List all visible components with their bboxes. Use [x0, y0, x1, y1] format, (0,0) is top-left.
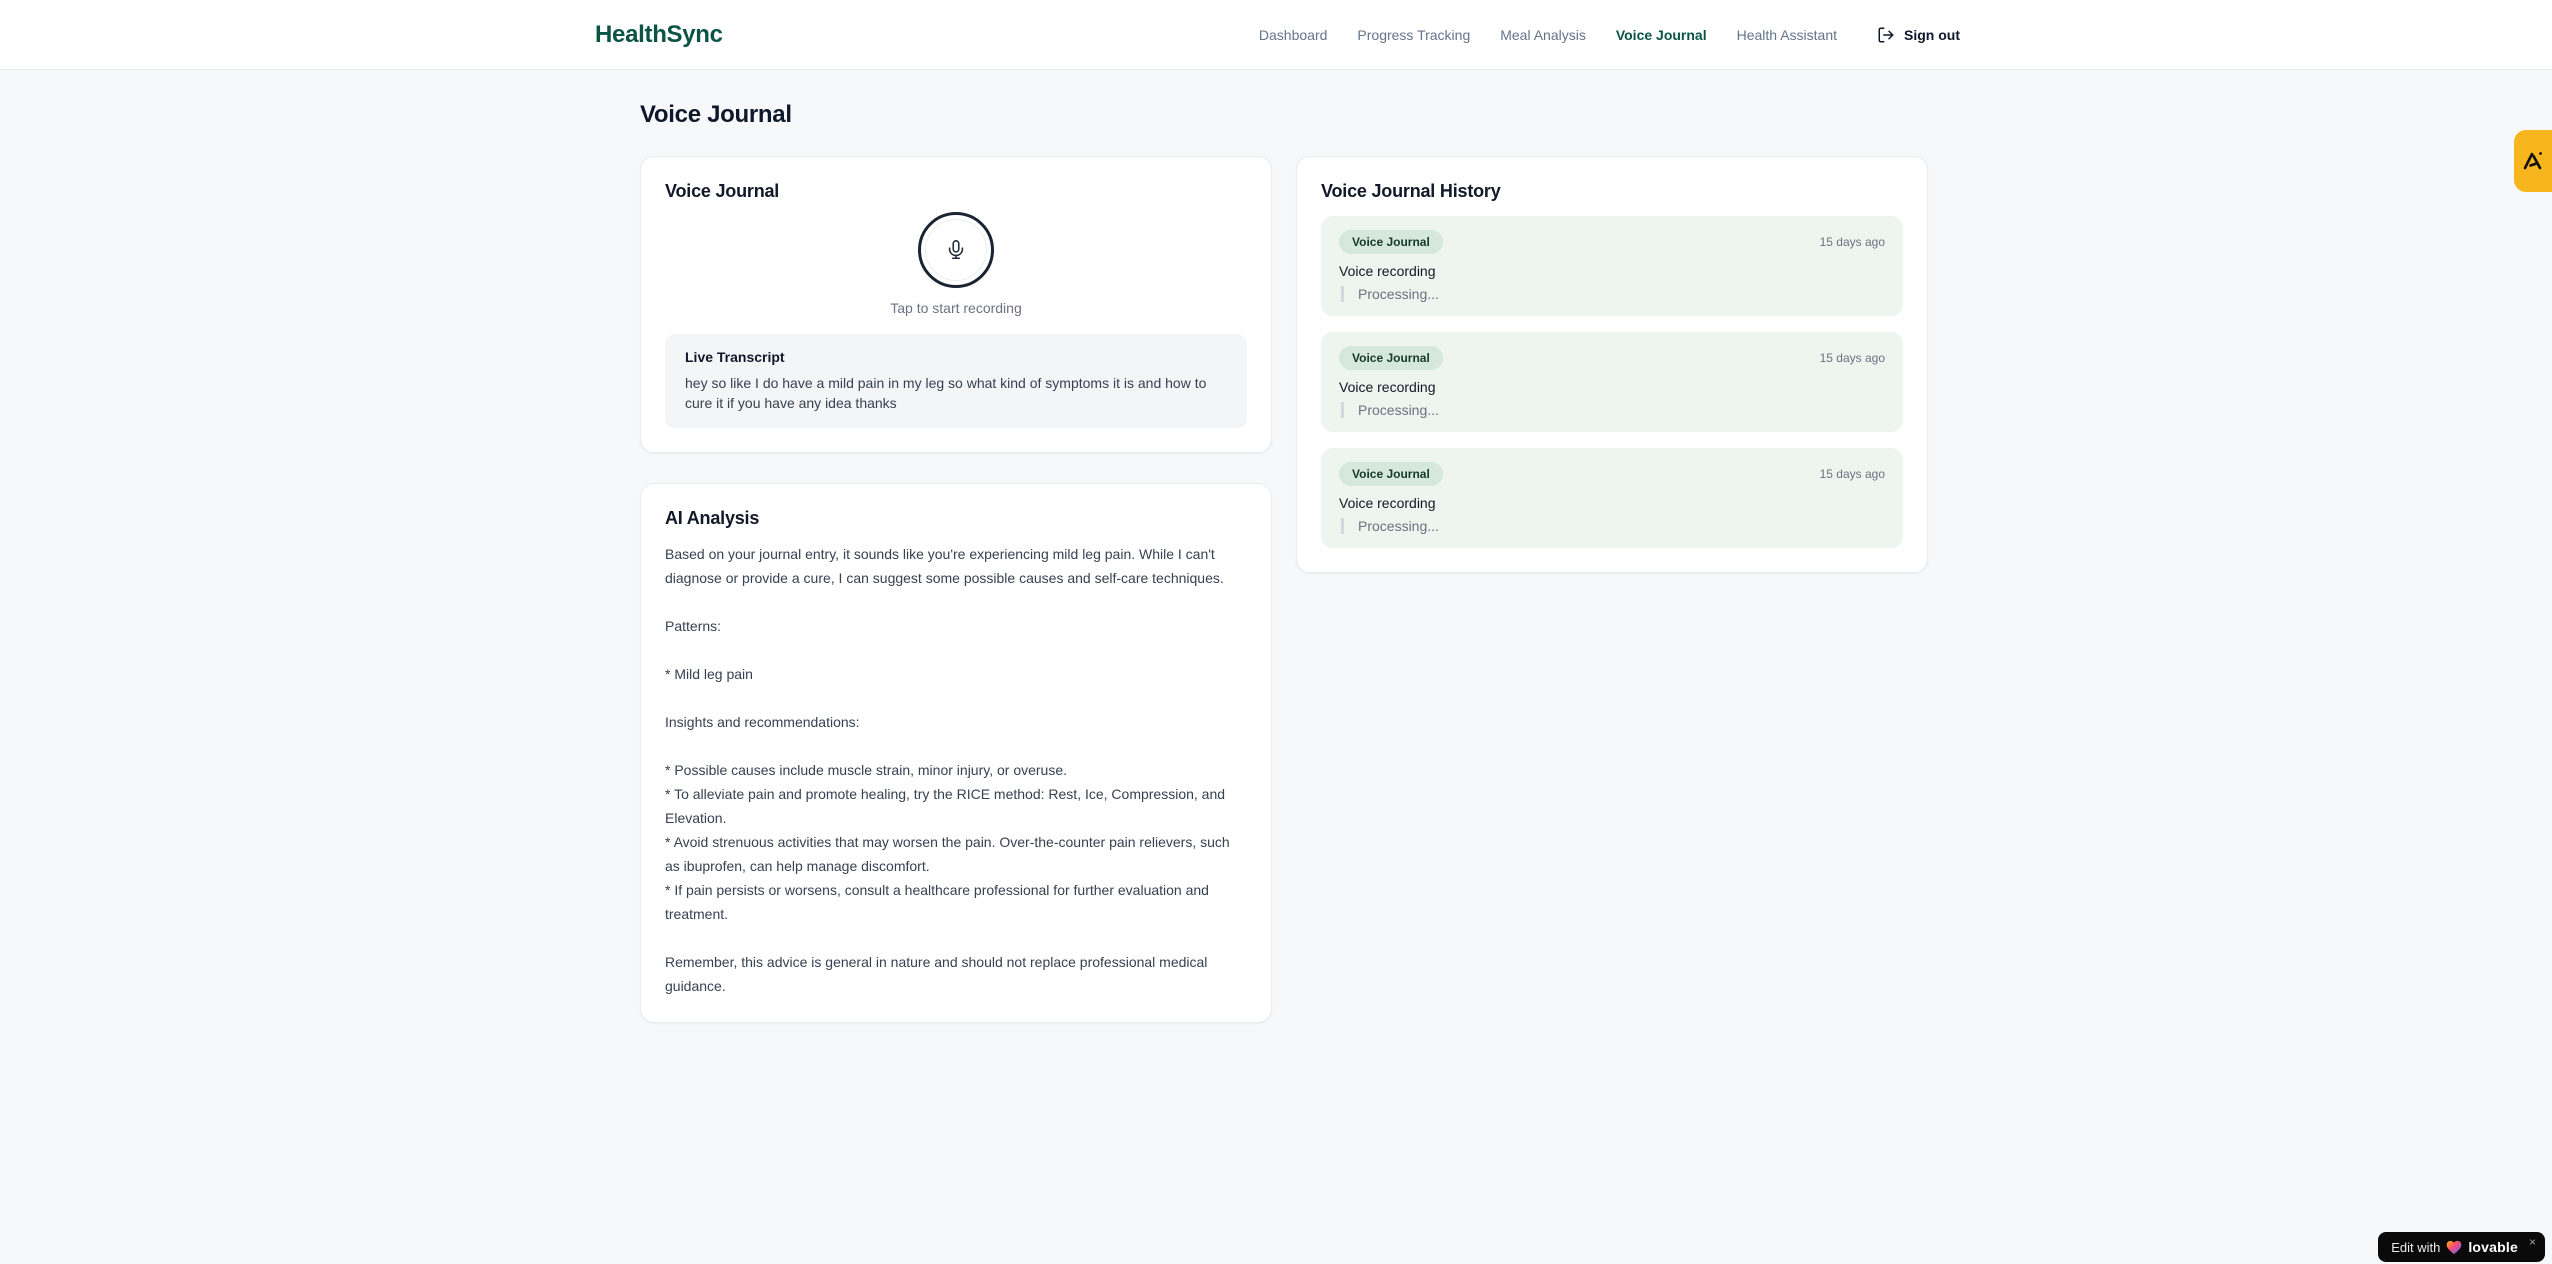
- extension-logo-icon: [2521, 149, 2545, 173]
- nav-item-progress-tracking[interactable]: Progress Tracking: [1357, 27, 1470, 43]
- nav-item-health-assistant[interactable]: Health Assistant: [1737, 27, 1837, 43]
- ai-analysis-body: Based on your journal entry, it sounds l…: [665, 546, 1230, 994]
- ai-analysis-card: AI Analysis Based on your journal entry,…: [640, 483, 1272, 1023]
- left-column: Voice Journal Tap to start recording Liv…: [640, 156, 1272, 1023]
- main-nav: Dashboard Progress Tracking Meal Analysi…: [1259, 26, 1960, 44]
- brand-logo[interactable]: HealthSync: [595, 21, 723, 49]
- browser-extension-badge[interactable]: [2514, 130, 2552, 192]
- entry-timestamp: 15 days ago: [1819, 235, 1885, 249]
- lovable-label: lovable: [2468, 1239, 2518, 1255]
- entry-type-badge: Voice Journal: [1339, 462, 1443, 486]
- entry-status: Processing...: [1341, 286, 1885, 302]
- entry-timestamp: 15 days ago: [1819, 351, 1885, 365]
- sign-out-label: Sign out: [1904, 26, 1960, 43]
- voice-journal-recorder-card: Voice Journal Tap to start recording Liv…: [640, 156, 1272, 453]
- entry-status: Processing...: [1341, 518, 1885, 534]
- entry-title: Voice recording: [1339, 379, 1436, 395]
- live-transcript-title: Live Transcript: [685, 349, 785, 365]
- tap-to-record-hint: Tap to start recording: [890, 300, 1022, 316]
- page-title: Voice Journal: [640, 101, 792, 128]
- nav-item-voice-journal[interactable]: Voice Journal: [1616, 27, 1707, 43]
- entry-type-badge: Voice Journal: [1339, 230, 1443, 254]
- logout-icon: [1877, 26, 1895, 44]
- recorder-card-title: Voice Journal: [665, 181, 780, 201]
- entry-title: Voice recording: [1339, 263, 1436, 279]
- top-navbar: HealthSync Dashboard Progress Tracking M…: [0, 0, 2552, 70]
- history-list-item[interactable]: Voice Journal 15 days ago Voice recordin…: [1321, 448, 1903, 548]
- live-transcript-text: hey so like I do have a mild pain in my …: [685, 375, 1207, 411]
- entry-status: Processing...: [1341, 402, 1885, 418]
- ai-analysis-title: AI Analysis: [665, 508, 760, 528]
- voice-journal-history-card: Voice Journal History Voice Journal 15 d…: [1296, 156, 1928, 573]
- main-content: Voice Journal Voice Journal Tap to start…: [640, 70, 1928, 1023]
- history-list-item[interactable]: Voice Journal 15 days ago Voice recordin…: [1321, 216, 1903, 316]
- nav-item-dashboard[interactable]: Dashboard: [1259, 27, 1328, 43]
- entry-title: Voice recording: [1339, 495, 1436, 511]
- sign-out-button[interactable]: Sign out: [1877, 26, 1960, 44]
- record-button[interactable]: [918, 212, 994, 288]
- microphone-icon: [945, 239, 967, 261]
- entry-type-badge: Voice Journal: [1339, 346, 1443, 370]
- history-card-title: Voice Journal History: [1321, 181, 1501, 201]
- edit-with-lovable-badge[interactable]: Edit with lovable ×: [2378, 1232, 2545, 1262]
- entry-timestamp: 15 days ago: [1819, 467, 1885, 481]
- history-list-item[interactable]: Voice Journal 15 days ago Voice recordin…: [1321, 332, 1903, 432]
- edit-with-label: Edit with: [2391, 1239, 2441, 1255]
- lovable-heart-icon: [2446, 1240, 2462, 1255]
- close-icon[interactable]: ×: [2529, 1235, 2536, 1249]
- nav-item-meal-analysis[interactable]: Meal Analysis: [1500, 27, 1586, 43]
- right-column: Voice Journal History Voice Journal 15 d…: [1296, 156, 1928, 573]
- live-transcript-box: Live Transcript hey so like I do have a …: [665, 334, 1247, 428]
